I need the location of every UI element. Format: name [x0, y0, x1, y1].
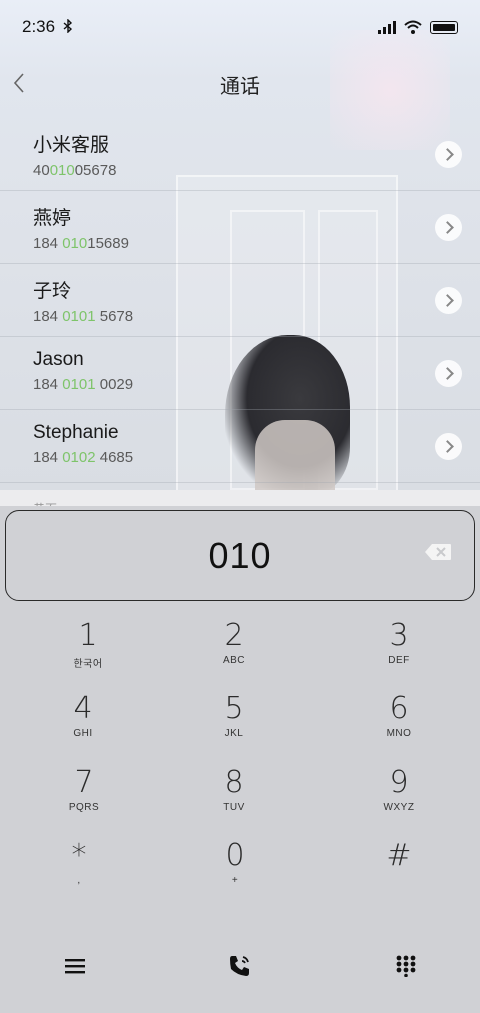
key-6[interactable]: 6 MNO: [339, 694, 459, 754]
chevron-right-icon[interactable]: [435, 433, 462, 460]
chevron-right-icon[interactable]: [435, 287, 462, 314]
key-3[interactable]: 3 DEF: [339, 621, 459, 681]
list-item[interactable]: Stephanie 184 0102 4685: [0, 410, 480, 483]
list-item[interactable]: 燕婷 184 01015689: [0, 191, 480, 264]
contact-number: 184 0101 5678: [33, 308, 134, 325]
search-results-list: 小米客服 4001005678 燕婷 184 01015689 子玲 184 0…: [0, 118, 480, 483]
menu-icon[interactable]: [55, 946, 95, 986]
key-7[interactable]: 7 PQRS: [24, 768, 144, 828]
dial-display: 010: [5, 510, 475, 601]
key-hash[interactable]: #: [339, 841, 459, 901]
contact-number: 184 01015689: [33, 235, 129, 252]
contact-name: 子玲: [33, 281, 72, 302]
dialpad-bottom-bar: [0, 946, 480, 986]
dialpad-icon[interactable]: [386, 946, 426, 986]
contact-name: 燕婷: [33, 208, 72, 229]
key-2[interactable]: 2 ABC: [174, 621, 294, 681]
backspace-icon[interactable]: [424, 543, 452, 561]
page-title: 通话: [220, 75, 260, 98]
status-bar: 2:36: [0, 0, 480, 54]
chevron-right-icon[interactable]: [435, 214, 462, 241]
phone-call-icon[interactable]: [220, 946, 260, 986]
key-8[interactable]: 8 TUV: [174, 768, 294, 828]
battery-icon: [430, 20, 458, 34]
chevron-right-icon[interactable]: [435, 360, 462, 387]
chevron-left-icon[interactable]: [12, 70, 26, 101]
bluetooth-icon: [63, 17, 73, 36]
contact-name: 小米客服: [33, 135, 110, 156]
dialed-number: 010: [208, 534, 272, 576]
key-5[interactable]: 5 JKL: [174, 694, 294, 754]
list-item[interactable]: Jason 184 0101 0029: [0, 337, 480, 410]
key-1[interactable]: 1 한국어: [28, 621, 148, 681]
wifi-icon: [404, 20, 422, 34]
chevron-right-icon[interactable]: [435, 141, 462, 168]
key-star[interactable]: *,: [19, 841, 139, 901]
dialpad: 010 1 한국어 2 ABC 3 DEF 4 GHI 5 JKL 6 MNO 7 PQRS …: [0, 506, 480, 1013]
contact-name: Jason: [33, 349, 84, 370]
contact-number: 184 0102 4685: [33, 449, 134, 466]
status-time: 2:36: [22, 17, 56, 36]
section-header-partial: 黄页: [0, 490, 480, 516]
contact-number: 4001005678: [33, 162, 117, 179]
contact-name: Stephanie: [33, 422, 119, 443]
signal-icon: [378, 20, 396, 34]
header: 通话: [0, 64, 480, 104]
list-item[interactable]: 小米客服 4001005678: [0, 118, 480, 191]
list-item[interactable]: 子玲 184 0101 5678: [0, 264, 480, 337]
contact-number: 184 0101 0029: [33, 376, 134, 393]
key-9[interactable]: 9 WXYZ: [339, 768, 459, 828]
key-4[interactable]: 4 GHI: [23, 694, 143, 754]
key-0[interactable]: 0 +: [175, 841, 295, 901]
